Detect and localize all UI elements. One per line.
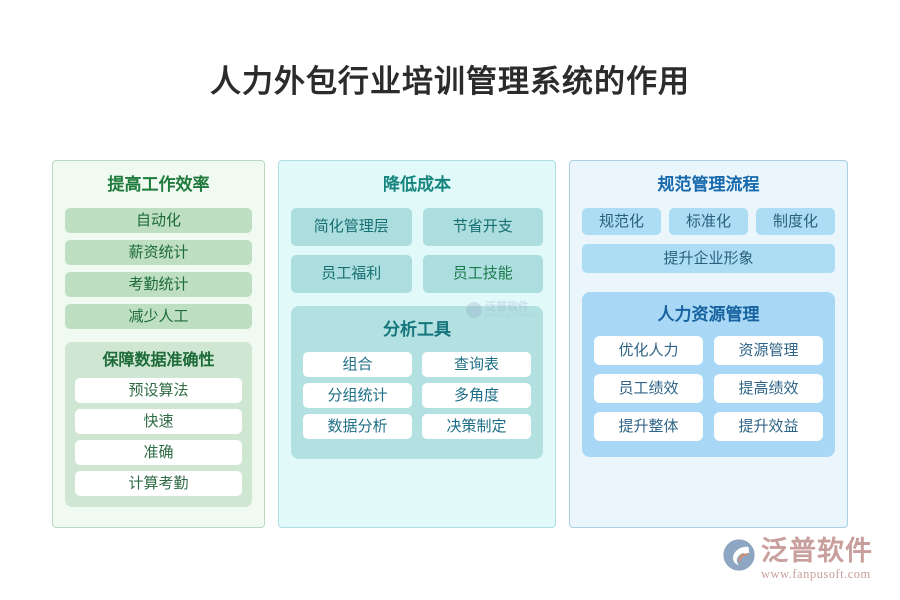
subpanel-analysis-tools-heading: 分析工具 [383,320,451,340]
subpanel-hr-management: 人力资源管理 优化人力 资源管理 员工绩效 提高绩效 提升整体 提升效益 [582,292,835,457]
chip-hr-5[interactable]: 提升整体 [594,411,703,441]
chip-corporate-image[interactable]: 提升企业形象 [582,244,835,274]
subpanel-analysis-tools: 分析工具 组合 查询表 分组统计 多角度 数据分析 决策制定 [291,306,543,459]
chip-cost-3[interactable]: 员工福利 [291,255,412,294]
subpanel-data-accuracy: 保障数据准确性 预设算法 快速 准确 计算考勤 [65,342,252,507]
cost-chip-grid: 简化管理层 节省开支 员工福利 员工技能 [291,208,543,294]
chip-hr-4[interactable]: 提高绩效 [714,373,823,403]
chip-efficiency-4[interactable]: 减少人工 [65,304,252,330]
chip-cost-2[interactable]: 节省开支 [422,208,543,247]
chip-analysis-4[interactable]: 多角度 [422,382,531,408]
chip-hr-2[interactable]: 资源管理 [714,335,823,365]
brand-url: www.fanpusoft.com [761,567,871,581]
panel-efficiency-heading: 提高工作效率 [107,175,210,194]
chip-accuracy-4[interactable]: 计算考勤 [75,470,242,496]
process-chip-grid: 规范化 标准化 制度化 [582,208,835,236]
brand-name: 泛普软件 [761,536,873,566]
chip-efficiency-1[interactable]: 自动化 [65,208,252,234]
page-title: 人力外包行业培训管理系统的作用 [210,64,690,99]
chip-accuracy-2[interactable]: 快速 [75,408,242,434]
fanpu-swoosh-icon [723,539,755,571]
panel-efficiency: 提高工作效率 自动化 薪资统计 考勤统计 减少人工 保障数据准确性 预设算法 快… [52,160,265,528]
panels-container: 提高工作效率 自动化 薪资统计 考勤统计 减少人工 保障数据准确性 预设算法 快… [52,160,848,528]
subpanel-data-accuracy-heading: 保障数据准确性 [102,352,215,370]
panel-cost: 降低成本 简化管理层 节省开支 员工福利 员工技能 分析工具 组合 查询表 分组… [278,160,556,528]
chip-process-3[interactable]: 制度化 [756,208,835,236]
chip-analysis-3[interactable]: 分组统计 [303,382,412,408]
chip-analysis-5[interactable]: 数据分析 [303,413,412,439]
chip-efficiency-3[interactable]: 考勤统计 [65,272,252,298]
brand-logo: 泛普软件 www.fanpusoft.com [722,536,882,588]
hr-management-grid: 优化人力 资源管理 员工绩效 提高绩效 提升整体 提升效益 [594,335,823,441]
chip-analysis-6[interactable]: 决策制定 [422,413,531,439]
chip-accuracy-3[interactable]: 准确 [75,439,242,465]
chip-analysis-1[interactable]: 组合 [303,351,412,377]
subpanel-hr-management-heading: 人力资源管理 [657,305,760,325]
panel-process: 规范管理流程 规范化 标准化 制度化 提升企业形象 人力资源管理 优化人力 资源… [569,160,848,528]
chip-hr-3[interactable]: 员工绩效 [594,373,703,403]
panel-cost-heading: 降低成本 [383,175,451,194]
panel-process-heading: 规范管理流程 [657,175,760,194]
chip-process-1[interactable]: 规范化 [582,208,661,236]
chip-accuracy-1[interactable]: 预设算法 [75,377,242,403]
chip-cost-1[interactable]: 简化管理层 [291,208,412,247]
chip-cost-4[interactable]: 员工技能 [422,255,543,294]
brand-text-wrap: 泛普软件 www.fanpusoft.com [761,536,873,581]
chip-hr-6[interactable]: 提升效益 [714,411,823,441]
analysis-tools-grid: 组合 查询表 分组统计 多角度 数据分析 决策制定 [303,351,531,439]
chip-hr-1[interactable]: 优化人力 [594,335,703,365]
chip-efficiency-2[interactable]: 薪资统计 [65,240,252,266]
chip-process-2[interactable]: 标准化 [669,208,748,236]
chip-analysis-2[interactable]: 查询表 [422,351,531,377]
